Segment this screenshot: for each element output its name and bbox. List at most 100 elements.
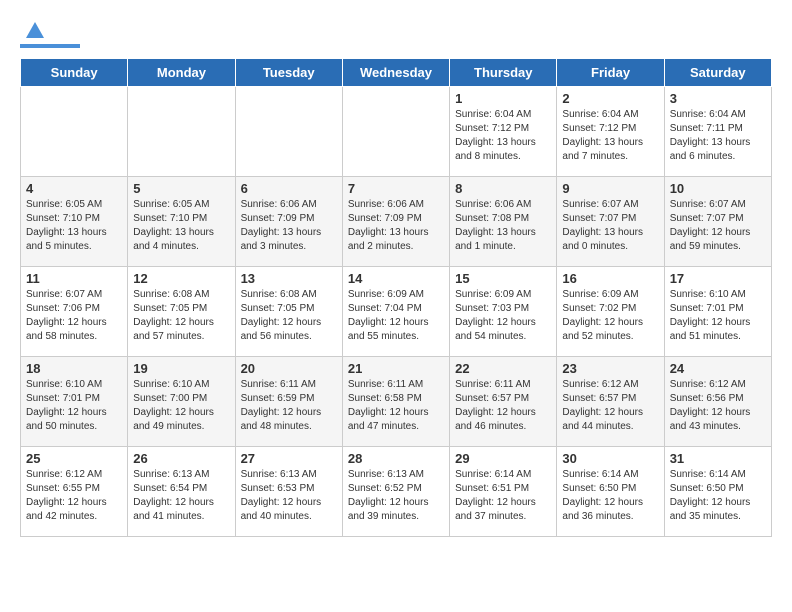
day-info: Sunrise: 6:04 AM Sunset: 7:11 PM Dayligh…	[670, 108, 766, 164]
calendar-cell: 15Sunrise: 6:09 AM Sunset: 7:03 PM Dayli…	[450, 267, 557, 357]
calendar-cell: 23Sunrise: 6:12 AM Sunset: 6:57 PM Dayli…	[557, 357, 664, 447]
week-row-5: 25 Sunrise: 6:12 AM Sunset: 6:55 PM Dayli…	[21, 447, 772, 537]
calendar-cell: 29Sunrise: 6:14 AM Sunset: 6:51 PM Dayli…	[450, 447, 557, 537]
week-row-3: 11Sunrise: 6:07 AM Sunset: 7:06 PM Dayli…	[21, 267, 772, 357]
day-info: Sunrise: 6:10 AM Sunset: 7:01 PM Dayligh…	[26, 378, 122, 434]
day-info: Sunrise: 6:14 AM Sunset: 6:51 PM Dayligh…	[455, 468, 551, 524]
day-info: Sunrise: 6:05 AM Sunset: 7:10 PM Dayligh…	[26, 198, 122, 254]
day-info: Sunrise: 6:06 AM Sunset: 7:09 PM Dayligh…	[241, 198, 337, 254]
day-info: Sunrise: 6:06 AM Sunset: 7:09 PM Dayligh…	[348, 198, 444, 254]
day-info: Sunrise: 6:14 AM Sunset: 6:50 PM Dayligh…	[562, 468, 658, 524]
header-day-sunday: Sunday	[21, 59, 128, 87]
logo	[20, 20, 80, 48]
day-number: 22	[455, 361, 551, 376]
day-info: Sunrise: 6:11 AM Sunset: 6:59 PM Dayligh…	[241, 378, 337, 434]
day-info: Sunrise: 6:10 AM Sunset: 7:00 PM Dayligh…	[133, 378, 229, 434]
calendar-cell: 10 Sunrise: 6:07 AM Sunset: 7:07 PM Dayli…	[664, 177, 771, 267]
calendar-header: SundayMondayTuesdayWednesdayThursdayFrid…	[21, 59, 772, 87]
header-day-friday: Friday	[557, 59, 664, 87]
calendar-cell: 2Sunrise: 6:04 AM Sunset: 7:12 PM Daylig…	[557, 87, 664, 177]
day-number: 12	[133, 271, 229, 286]
day-number: 21	[348, 361, 444, 376]
day-number: 10	[670, 181, 766, 196]
calendar-cell: 5 Sunrise: 6:05 AM Sunset: 7:10 PM Daylig…	[128, 177, 235, 267]
calendar-cell: 9 Sunrise: 6:07 AM Sunset: 7:07 PM Daylig…	[557, 177, 664, 267]
calendar-cell: 3 Sunrise: 6:04 AM Sunset: 7:11 PM Daylig…	[664, 87, 771, 177]
calendar-cell: 6 Sunrise: 6:06 AM Sunset: 7:09 PM Daylig…	[235, 177, 342, 267]
logo-icon	[24, 20, 46, 42]
day-info: Sunrise: 6:11 AM Sunset: 6:57 PM Dayligh…	[455, 378, 551, 434]
header-day-tuesday: Tuesday	[235, 59, 342, 87]
page-header	[20, 20, 772, 48]
day-number: 31	[670, 451, 766, 466]
calendar-cell	[342, 87, 449, 177]
day-number: 1	[455, 91, 551, 106]
calendar-cell	[128, 87, 235, 177]
day-number: 19	[133, 361, 229, 376]
calendar-cell	[235, 87, 342, 177]
day-number: 4	[26, 181, 122, 196]
day-info: Sunrise: 6:07 AM Sunset: 7:07 PM Dayligh…	[670, 198, 766, 254]
day-number: 16	[562, 271, 658, 286]
day-info: Sunrise: 6:08 AM Sunset: 7:05 PM Dayligh…	[133, 288, 229, 344]
header-day-wednesday: Wednesday	[342, 59, 449, 87]
calendar-cell: 17 Sunrise: 6:10 AM Sunset: 7:01 PM Dayli…	[664, 267, 771, 357]
day-info: Sunrise: 6:12 AM Sunset: 6:56 PM Dayligh…	[670, 378, 766, 434]
day-info: Sunrise: 6:05 AM Sunset: 7:10 PM Dayligh…	[133, 198, 229, 254]
calendar-cell	[21, 87, 128, 177]
day-info: Sunrise: 6:04 AM Sunset: 7:12 PM Dayligh…	[455, 108, 551, 164]
calendar-cell: 22 Sunrise: 6:11 AM Sunset: 6:57 PM Dayli…	[450, 357, 557, 447]
day-number: 8	[455, 181, 551, 196]
day-number: 13	[241, 271, 337, 286]
calendar-table: SundayMondayTuesdayWednesdayThursdayFrid…	[20, 58, 772, 537]
calendar-cell: 30Sunrise: 6:14 AM Sunset: 6:50 PM Dayli…	[557, 447, 664, 537]
day-number: 6	[241, 181, 337, 196]
day-info: Sunrise: 6:08 AM Sunset: 7:05 PM Dayligh…	[241, 288, 337, 344]
day-number: 5	[133, 181, 229, 196]
calendar-cell: 16 Sunrise: 6:09 AM Sunset: 7:02 PM Dayli…	[557, 267, 664, 357]
week-row-4: 18 Sunrise: 6:10 AM Sunset: 7:01 PM Dayli…	[21, 357, 772, 447]
day-number: 24	[670, 361, 766, 376]
calendar-cell: 19 Sunrise: 6:10 AM Sunset: 7:00 PM Dayli…	[128, 357, 235, 447]
day-info: Sunrise: 6:11 AM Sunset: 6:58 PM Dayligh…	[348, 378, 444, 434]
calendar-cell: 12 Sunrise: 6:08 AM Sunset: 7:05 PM Dayli…	[128, 267, 235, 357]
week-row-2: 4 Sunrise: 6:05 AM Sunset: 7:10 PM Daylig…	[21, 177, 772, 267]
day-number: 9	[562, 181, 658, 196]
day-number: 17	[670, 271, 766, 286]
calendar-cell: 26 Sunrise: 6:13 AM Sunset: 6:54 PM Dayli…	[128, 447, 235, 537]
day-info: Sunrise: 6:13 AM Sunset: 6:54 PM Dayligh…	[133, 468, 229, 524]
calendar-cell: 8Sunrise: 6:06 AM Sunset: 7:08 PM Daylig…	[450, 177, 557, 267]
day-number: 25	[26, 451, 122, 466]
day-info: Sunrise: 6:09 AM Sunset: 7:02 PM Dayligh…	[562, 288, 658, 344]
day-info: Sunrise: 6:14 AM Sunset: 6:50 PM Dayligh…	[670, 468, 766, 524]
day-number: 2	[562, 91, 658, 106]
day-number: 3	[670, 91, 766, 106]
day-info: Sunrise: 6:12 AM Sunset: 6:55 PM Dayligh…	[26, 468, 122, 524]
calendar-cell: 24 Sunrise: 6:12 AM Sunset: 6:56 PM Dayli…	[664, 357, 771, 447]
day-number: 26	[133, 451, 229, 466]
calendar-cell: 21 Sunrise: 6:11 AM Sunset: 6:58 PM Dayli…	[342, 357, 449, 447]
calendar-cell: 28 Sunrise: 6:13 AM Sunset: 6:52 PM Dayli…	[342, 447, 449, 537]
day-number: 20	[241, 361, 337, 376]
logo-divider	[20, 44, 80, 48]
day-info: Sunrise: 6:13 AM Sunset: 6:53 PM Dayligh…	[241, 468, 337, 524]
calendar-cell: 31 Sunrise: 6:14 AM Sunset: 6:50 PM Dayli…	[664, 447, 771, 537]
calendar-cell: 14Sunrise: 6:09 AM Sunset: 7:04 PM Dayli…	[342, 267, 449, 357]
day-info: Sunrise: 6:10 AM Sunset: 7:01 PM Dayligh…	[670, 288, 766, 344]
header-day-saturday: Saturday	[664, 59, 771, 87]
calendar-cell: 27Sunrise: 6:13 AM Sunset: 6:53 PM Dayli…	[235, 447, 342, 537]
day-number: 28	[348, 451, 444, 466]
calendar-cell: 4 Sunrise: 6:05 AM Sunset: 7:10 PM Daylig…	[21, 177, 128, 267]
day-number: 18	[26, 361, 122, 376]
calendar-cell: 20 Sunrise: 6:11 AM Sunset: 6:59 PM Dayli…	[235, 357, 342, 447]
week-row-1: 1 Sunrise: 6:04 AM Sunset: 7:12 PM Daylig…	[21, 87, 772, 177]
day-number: 14	[348, 271, 444, 286]
calendar-body: 1 Sunrise: 6:04 AM Sunset: 7:12 PM Daylig…	[21, 87, 772, 537]
day-info: Sunrise: 6:07 AM Sunset: 7:07 PM Dayligh…	[562, 198, 658, 254]
calendar-cell: 11Sunrise: 6:07 AM Sunset: 7:06 PM Dayli…	[21, 267, 128, 357]
calendar-cell: 25 Sunrise: 6:12 AM Sunset: 6:55 PM Dayli…	[21, 447, 128, 537]
day-info: Sunrise: 6:13 AM Sunset: 6:52 PM Dayligh…	[348, 468, 444, 524]
day-info: Sunrise: 6:12 AM Sunset: 6:57 PM Dayligh…	[562, 378, 658, 434]
day-info: Sunrise: 6:09 AM Sunset: 7:03 PM Dayligh…	[455, 288, 551, 344]
header-day-monday: Monday	[128, 59, 235, 87]
